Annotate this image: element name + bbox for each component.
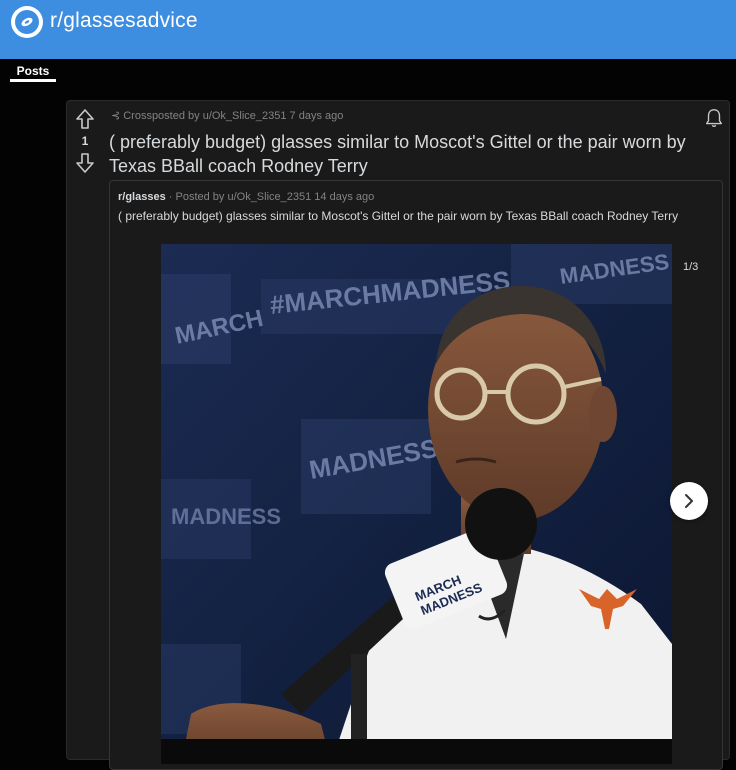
tab-bar: Posts xyxy=(0,59,736,89)
backdrop-text-5: MADNESS xyxy=(171,504,281,529)
crosspost-icon: ⊰ xyxy=(111,110,121,122)
vote-count: 1 xyxy=(81,134,89,148)
subreddit-logo-icon[interactable] xyxy=(11,6,43,38)
upvote-icon[interactable] xyxy=(73,107,97,131)
chevron-right-icon xyxy=(685,494,693,508)
gallery-next-button[interactable] xyxy=(670,482,708,520)
vote-column: 1 xyxy=(67,107,103,175)
tab-active-indicator xyxy=(10,79,56,82)
crosspost-meta: ⊰ Crossposted by u/Ok_Slice_2351 7 days a… xyxy=(111,109,343,122)
post-card[interactable]: 1 ⊰ Crossposted by u/Ok_Slice_2351 7 days… xyxy=(66,100,730,770)
embed-posted-by: · Posted by u/Ok_Slice_2351 14 days ago xyxy=(168,191,375,203)
embed-subreddit-link[interactable]: r/glasses xyxy=(118,191,166,203)
subreddit-title[interactable]: r/glassesadvice xyxy=(50,9,198,33)
subreddit-header: r/glassesadvice xyxy=(0,0,736,59)
press-conference-photo: MARCH #MARCHMADNESS MADNESS MADNESS MADN… xyxy=(161,244,672,764)
crosspost-meta-text[interactable]: Crossposted by u/Ok_Slice_2351 7 days ag… xyxy=(123,110,343,122)
embed-meta: r/glasses · Posted by u/Ok_Slice_2351 14… xyxy=(118,191,374,203)
post-title[interactable]: ( preferably budget) glasses similar to … xyxy=(109,130,721,178)
gallery-image[interactable]: MARCH #MARCHMADNESS MADNESS MADNESS MADN… xyxy=(161,244,672,764)
downvote-icon[interactable] xyxy=(73,151,97,175)
gallery-counter: 1/3 xyxy=(675,258,707,276)
notification-bell-icon[interactable] xyxy=(703,107,725,129)
crosspost-embed[interactable]: r/glasses · Posted by u/Ok_Slice_2351 14… xyxy=(109,180,723,770)
embed-title[interactable]: ( preferably budget) glasses similar to … xyxy=(118,208,708,224)
